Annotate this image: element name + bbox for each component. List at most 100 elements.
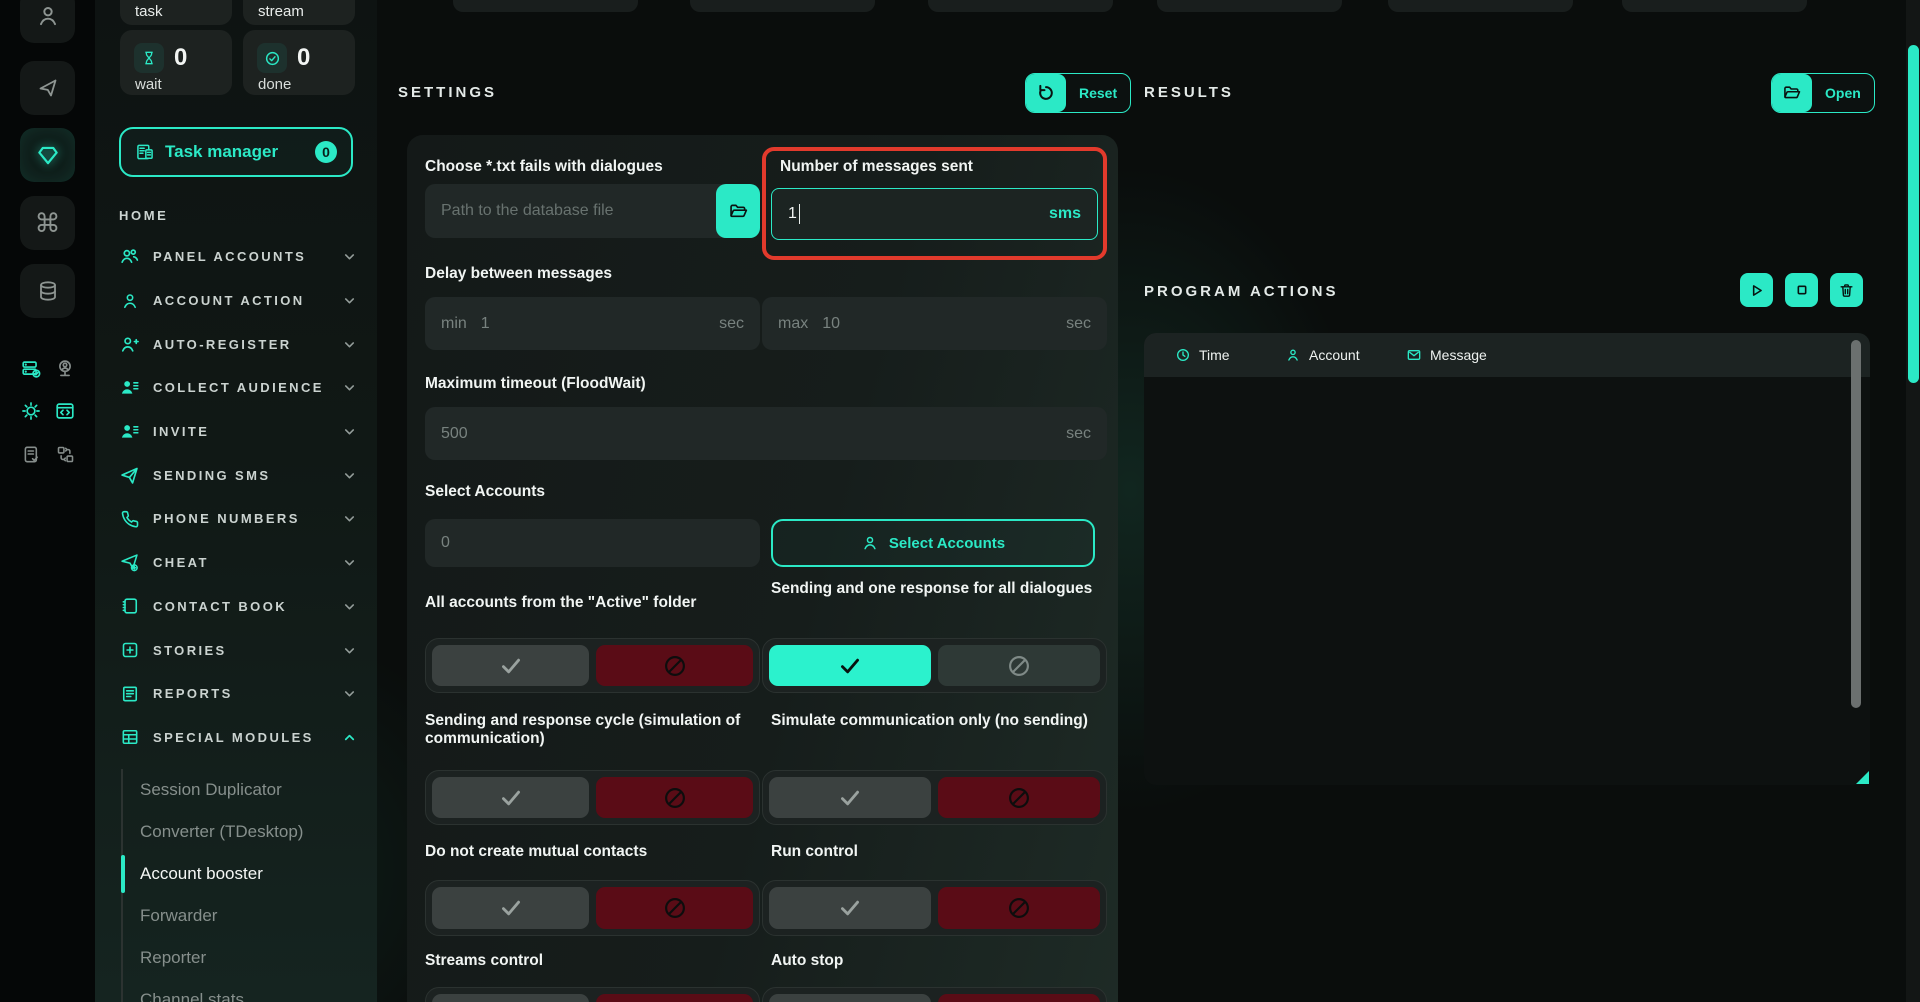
- diamond-rail-button[interactable]: [20, 128, 75, 182]
- person-icon: [1285, 347, 1301, 363]
- sidebar-item-reports[interactable]: REPORTS: [95, 672, 377, 716]
- table-scrollbar-thumb[interactable]: [1851, 340, 1861, 708]
- task-manager-label: Task manager: [165, 142, 278, 162]
- swap-icon[interactable]: [54, 443, 76, 465]
- chevron-up-icon: [342, 730, 357, 745]
- toggle-yes-button[interactable]: [769, 777, 931, 818]
- sidebar-item-label: PANEL ACCOUNTS: [153, 249, 306, 264]
- toggle-no-button[interactable]: [596, 777, 753, 818]
- submenu-item-converter-tdesktop[interactable]: Converter (TDesktop): [123, 811, 366, 853]
- timeout-value: 500: [441, 425, 468, 443]
- browse-folder-button[interactable]: [716, 184, 760, 238]
- toggle-no-button[interactable]: [938, 645, 1100, 686]
- messages-count-input[interactable]: 1 sms: [771, 188, 1098, 240]
- sidebar-nav: PANEL ACCOUNTS ACCOUNT ACTION AUTO-REGIS…: [95, 235, 377, 759]
- submenu-item-forwarder[interactable]: Forwarder: [123, 895, 366, 937]
- toggle-no-button[interactable]: [596, 887, 753, 929]
- submenu-item-session-duplicator[interactable]: Session Duplicator: [123, 769, 366, 811]
- code-window-icon[interactable]: [54, 400, 76, 422]
- toggle-active-folder: [425, 638, 760, 693]
- toggle-yes-button[interactable]: [769, 994, 931, 1002]
- table-resize-grip[interactable]: [1856, 771, 1869, 784]
- delay-max-unit: sec: [1066, 315, 1091, 333]
- person-rail-button[interactable]: [20, 0, 75, 43]
- stat-label: stream: [258, 3, 304, 20]
- trash-button[interactable]: [1830, 273, 1863, 307]
- file-field-label: Choose *.txt fails with dialogues: [425, 158, 760, 176]
- sidebar-item-cheat[interactable]: CHEAT: [95, 541, 377, 585]
- send-rail-button[interactable]: [20, 61, 75, 115]
- stat-card-wait: 0 wait: [120, 30, 232, 95]
- submenu-item-account-booster[interactable]: Account booster: [123, 853, 366, 895]
- sidebar-item-invite[interactable]: INVITE: [95, 410, 377, 454]
- toggle-no-button[interactable]: [938, 887, 1100, 929]
- sidebar-item-label: SENDING SMS: [153, 468, 270, 483]
- toggle-no-button[interactable]: [938, 994, 1100, 1002]
- special-modules-submenu: Session Duplicator Converter (TDesktop) …: [121, 769, 366, 1002]
- chevron-down-icon: [342, 249, 357, 264]
- sidebar-item-label: AUTO-REGISTER: [153, 337, 292, 352]
- select-accounts-button[interactable]: Select Accounts: [771, 519, 1095, 567]
- stat-card-done: 0 done: [243, 30, 355, 95]
- toggle-yes-button[interactable]: [769, 887, 931, 929]
- delay-min-input[interactable]: min 1 sec: [425, 297, 760, 350]
- sidebar-item-home[interactable]: HOME: [119, 208, 168, 223]
- command-rail-button[interactable]: ⌘: [20, 196, 75, 250]
- toggle-label: Streams control: [425, 952, 760, 970]
- sidebar-item-special-modules[interactable]: SPECIAL MODULES: [95, 716, 377, 760]
- database-rail-button[interactable]: [20, 264, 75, 318]
- document-check-icon[interactable]: [20, 443, 42, 465]
- toggle-label: Sending and one response for all dialogu…: [771, 580, 1101, 598]
- page-scrollbar-track[interactable]: [1906, 0, 1920, 1002]
- hourglass-icon: [134, 43, 164, 73]
- sidebar-item-sending-sms[interactable]: SENDING SMS: [95, 453, 377, 497]
- play-button[interactable]: [1740, 273, 1773, 307]
- top-stat-card-clipped: [1388, 0, 1573, 12]
- submenu-label: Forwarder: [140, 906, 217, 926]
- sidebar-item-collect-audience[interactable]: COLLECT AUDIENCE: [95, 366, 377, 410]
- toggle-yes-button[interactable]: [432, 887, 589, 929]
- sidebar-item-phone-numbers[interactable]: PHONE NUMBERS: [95, 497, 377, 541]
- chevron-down-icon: [342, 599, 357, 614]
- stop-button[interactable]: [1785, 273, 1818, 307]
- toggle-yes-button[interactable]: [432, 994, 589, 1002]
- submenu-item-reporter[interactable]: Reporter: [123, 937, 366, 979]
- delay-max-input[interactable]: max 10 sec: [762, 297, 1107, 350]
- task-manager-badge: 0: [315, 141, 337, 163]
- accounts-count-input[interactable]: 0: [425, 519, 760, 567]
- stat-card-task: task: [120, 0, 232, 25]
- server-check-icon[interactable]: [20, 358, 42, 380]
- sidebar-item-label: SPECIAL MODULES: [153, 730, 314, 745]
- toggle-no-button[interactable]: [596, 994, 753, 1002]
- delay-max-prefix: max: [778, 315, 808, 333]
- sidebar-item-account-action[interactable]: ACCOUNT ACTION: [95, 279, 377, 323]
- sidebar-item-panel-accounts[interactable]: PANEL ACCOUNTS: [95, 235, 377, 279]
- chevron-down-icon: [342, 555, 357, 570]
- top-stat-card-clipped: [1622, 0, 1807, 12]
- program-actions-table: Time Account Message: [1144, 333, 1870, 785]
- file-path-input[interactable]: Path to the database file: [425, 184, 760, 238]
- table-icon: [119, 727, 140, 748]
- sidebar-item-contact-book[interactable]: CONTACT BOOK: [95, 585, 377, 629]
- timeout-input[interactable]: 500 sec: [425, 407, 1107, 460]
- toggle-yes-button[interactable]: [769, 645, 931, 686]
- toggle-no-button[interactable]: [596, 645, 753, 686]
- person-icon: [35, 3, 61, 29]
- wait-count: 0: [174, 44, 187, 72]
- page-scrollbar-thumb[interactable]: [1908, 45, 1919, 383]
- reset-button[interactable]: Reset: [1025, 73, 1131, 113]
- toggle-yes-button[interactable]: [432, 645, 589, 686]
- toggle-no-button[interactable]: [938, 777, 1100, 818]
- sidebar-item-stories[interactable]: STORIES: [95, 628, 377, 672]
- sidebar-item-auto-register[interactable]: AUTO-REGISTER: [95, 322, 377, 366]
- open-results-button[interactable]: Open: [1771, 73, 1875, 113]
- gear-icon[interactable]: [20, 400, 42, 422]
- toggle-label: Simulate communication only (no sending): [771, 712, 1101, 730]
- toggle-yes-button[interactable]: [432, 777, 589, 818]
- task-manager-button[interactable]: Task manager 0: [119, 127, 353, 177]
- program-actions-title: PROGRAM ACTIONS: [1144, 283, 1338, 300]
- person-webcam-icon[interactable]: [54, 358, 76, 380]
- submenu-item-clipped[interactable]: Channel stats: [123, 979, 366, 1002]
- toggle-label: Do not create mutual contacts: [425, 843, 760, 861]
- submenu-label: Account booster: [140, 864, 263, 884]
